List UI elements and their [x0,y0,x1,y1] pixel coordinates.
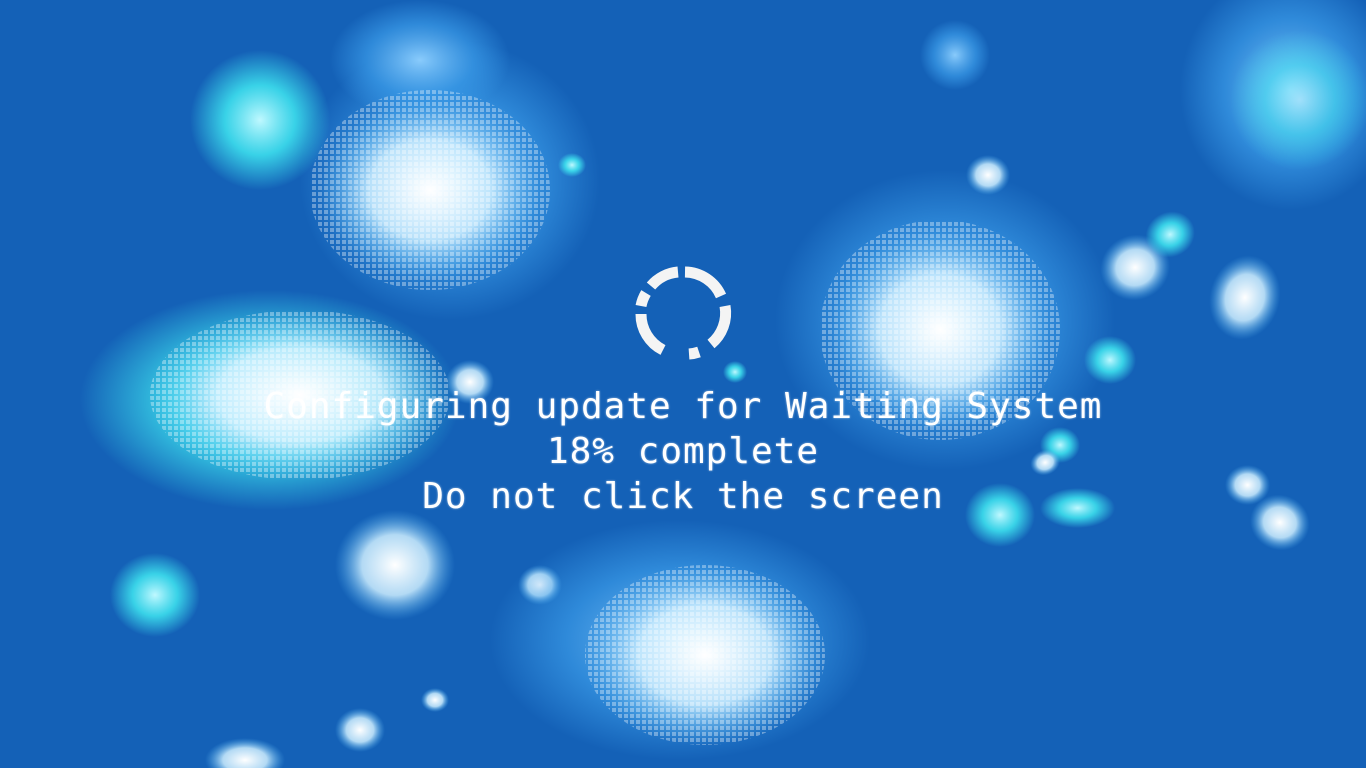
loading-spinner-icon [635,266,732,360]
warning-text: Do not click the screen [422,476,944,517]
status-title: Configuring update for Waiting System [263,386,1103,427]
update-status-text: Configuring update for Waiting System 18… [0,384,1366,519]
update-screen: Configuring update for Waiting System 18… [0,0,1366,768]
progress-percent-text: 18% complete [546,431,820,472]
